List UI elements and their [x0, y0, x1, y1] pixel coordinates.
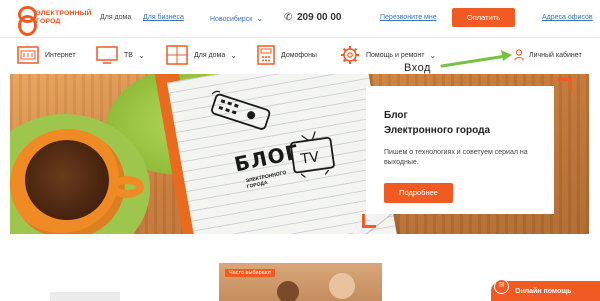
hero-card: Блог Электронного города Пишем о техноло…	[366, 86, 554, 214]
hero-title: Блог Электронного города	[384, 108, 490, 138]
promo-photo-person	[329, 273, 355, 299]
enter-annotation: Вход	[404, 62, 431, 74]
hero-title-line1: Блог	[384, 110, 408, 121]
cup-handle	[110, 176, 144, 198]
hero-description: Пишем о технологиях и советуем сериал на…	[384, 149, 528, 166]
online-help-label[interactable]: Онлайн помощь	[515, 288, 571, 295]
promo-card[interactable]: Часто выбирают	[219, 263, 382, 301]
corner-decoration	[558, 78, 572, 92]
promo-photo-person	[277, 281, 299, 301]
chat-icon[interactable]: ✉	[494, 279, 509, 294]
hero-banner: TV БЛОГ ЭЛЕКТРОННОГО ГОРОДА Блог Электро…	[10, 74, 589, 234]
coffee	[25, 140, 109, 220]
promo-badge: Часто выбирают	[225, 269, 276, 277]
corner-decoration	[362, 214, 376, 228]
promo-card-partial[interactable]	[50, 292, 120, 301]
tv-doodle-text: TV	[299, 149, 321, 168]
remote-doodle-icon	[211, 90, 271, 130]
hero-title-line2: Электронного города	[384, 125, 491, 136]
hero-more-button[interactable]: Подробнее	[384, 183, 453, 203]
